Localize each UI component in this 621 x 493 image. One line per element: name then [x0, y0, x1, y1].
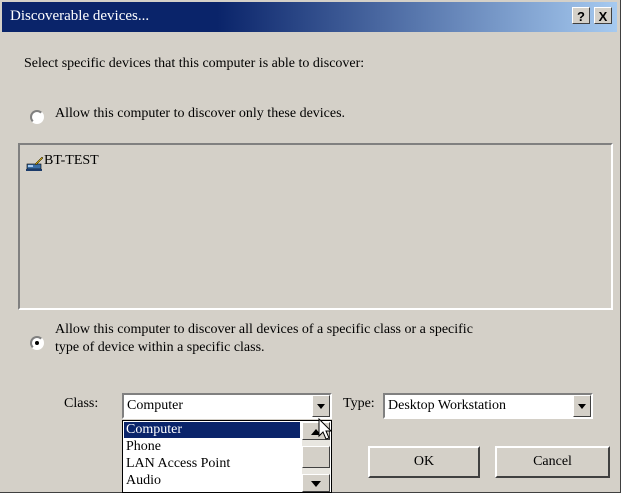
class-option-audio[interactable]: Audio	[124, 473, 300, 489]
discoverable-devices-dialog: Discoverable devices... ? X Select speci…	[0, 0, 621, 493]
radio-specific-devices[interactable]	[30, 110, 44, 124]
scroll-down-arrow-icon[interactable]	[302, 474, 330, 492]
type-combobox[interactable]: Desktop Workstation	[383, 393, 593, 419]
device-item-label[interactable]: BT-TEST	[44, 153, 99, 169]
class-combobox[interactable]: Computer	[122, 393, 332, 419]
type-dropdown-arrow-icon[interactable]	[573, 395, 591, 417]
ok-button[interactable]: OK	[368, 446, 480, 478]
radio-device-class-label-line1[interactable]: Allow this computer to discover all devi…	[55, 322, 473, 338]
radio-device-class[interactable]	[30, 336, 44, 350]
radio-selected-dot	[35, 341, 39, 345]
class-option-computer[interactable]: Computer	[124, 422, 300, 438]
class-label: Class:	[64, 396, 99, 411]
help-button[interactable]: ?	[572, 7, 590, 24]
computer-icon	[26, 156, 44, 171]
class-option-lan-access-point[interactable]: LAN Access Point	[124, 456, 300, 472]
instructions-text: Select specific devices that this comput…	[24, 56, 365, 71]
mouse-pointer-icon	[318, 418, 333, 440]
scroll-thumb[interactable]	[302, 446, 330, 468]
class-selected-value: Computer	[127, 398, 183, 413]
cancel-button[interactable]: Cancel	[495, 446, 610, 478]
class-dropdown-arrow-icon[interactable]	[312, 395, 330, 417]
radio-device-class-label-line2[interactable]: type of device within a specific class.	[55, 340, 265, 356]
close-button[interactable]: X	[594, 7, 612, 24]
type-label: Type:	[343, 396, 375, 411]
title-bar[interactable]: Discoverable devices... ? X	[2, 2, 617, 32]
type-selected-value: Desktop Workstation	[388, 398, 506, 413]
class-dropdown-list[interactable]: Computer Phone LAN Access Point Audio	[122, 420, 332, 493]
class-option-phone[interactable]: Phone	[124, 439, 300, 455]
device-listbox[interactable]: BT-TEST	[18, 143, 613, 310]
window-title: Discoverable devices...	[10, 8, 150, 24]
radio-specific-devices-label[interactable]: Allow this computer to discover only the…	[55, 106, 345, 122]
